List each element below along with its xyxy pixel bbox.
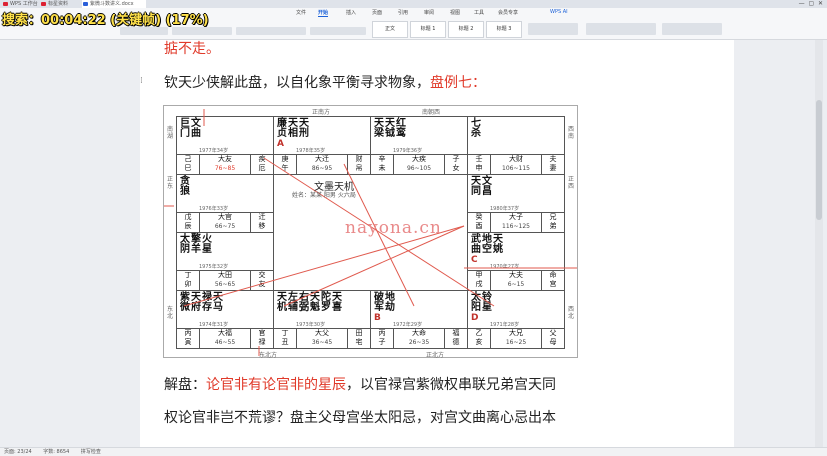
label-right-mid: 正西 [567,176,574,190]
list-tools[interactable] [310,27,366,35]
label-top-right: 南朝西 [422,109,441,116]
watermark: nayona.cn [345,218,442,238]
doc-line-3: 权论官非岂不荒谬？盘主父母宫坐太阳忌，对宫文曲离心忌出本 [164,410,556,426]
menu-tools[interactable]: 工具 [474,9,484,16]
label-left-bot: 东北 [166,306,173,320]
menu-home[interactable]: 开始 [318,9,329,17]
doc-line-1: 钦天少侠解此盘，以自化象平衡寻求物象，盘例七： [164,75,486,91]
font-tools[interactable] [120,27,168,35]
video-overlay-text: 搜索：00:04:22 (关键帧) (17%) [2,13,209,28]
paragraph-tools[interactable] [236,27,306,35]
menu-member[interactable]: 会员专享 [498,9,518,16]
menu-review[interactable]: 审阅 [424,9,434,16]
style-heading-1[interactable]: 标题 1 [410,21,446,38]
label-right-top: 西南 [567,126,574,140]
style-heading-3[interactable]: 标题 3 [486,21,522,38]
menu-insert[interactable]: 插入 [346,9,356,16]
tab-starred[interactable]: 标星资料 [40,0,88,8]
label-bottom-left: 东北方 [259,352,278,359]
menu-view[interactable]: 视图 [450,9,460,16]
menu-file[interactable]: 文件 [296,9,306,16]
status-words[interactable]: 字数: 8654 [43,449,69,455]
label-left-top: 南湖 [166,126,173,140]
label-top-mid: 正南方 [312,109,331,116]
menu-page[interactable]: 页面 [372,9,382,16]
doc-line-2: 解盘：论官非有论官非的星辰，以官禄宫紫微权串联兄弟宫天同 [164,377,556,393]
style-normal[interactable]: 正文 [372,21,408,38]
select-tools[interactable] [662,23,722,35]
paragraph-mark-icon: ⁞ [140,76,143,86]
vertical-scrollbar[interactable] [815,40,823,450]
style-gallery[interactable] [528,23,578,35]
label-right-bot: 西北 [567,306,574,320]
find-replace-tools[interactable] [586,23,656,35]
menu-wps-ai[interactable]: WPS AI [550,9,568,15]
doc-line-0: 掂不走。 [164,41,220,57]
label-bottom-mid: 正北方 [426,352,445,359]
menu-reference[interactable]: 引用 [398,9,408,16]
window-controls[interactable]: — ▢ ✕ [799,0,823,8]
tab-document[interactable]: 紫微斗数讲义.docx [82,0,146,8]
label-left-mid: 正东 [166,176,173,190]
scrollbar-thumb[interactable] [816,100,822,220]
style-heading-2[interactable]: 标题 2 [448,21,484,38]
format-tools[interactable] [172,27,232,35]
chart-center-sub: 姓名：某某 阳男 火六局 [292,192,356,199]
status-page[interactable]: 页面: 23/24 [4,449,32,455]
status-spellcheck[interactable]: 拼写检查 [81,449,101,455]
